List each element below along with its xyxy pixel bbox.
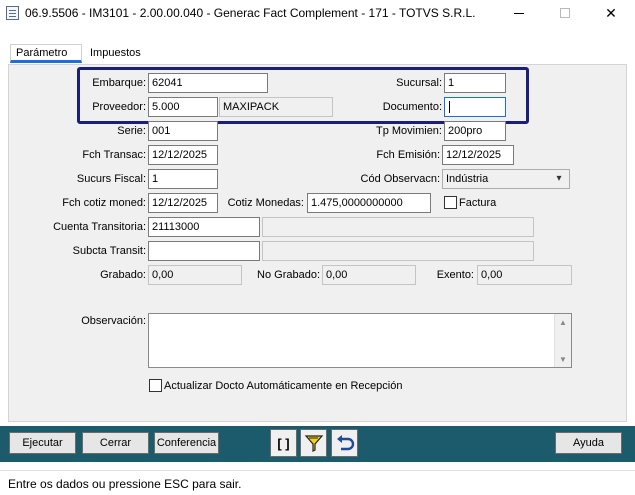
fch-emision-label: Fch Emisión:: [376, 149, 440, 161]
close-icon: ✕: [605, 4, 617, 21]
cod-observacn-select[interactable]: Indústria ▾: [442, 169, 570, 189]
actualizar-checkbox[interactable]: [149, 379, 162, 392]
close-button[interactable]: ✕: [588, 0, 634, 26]
undo-arrow-icon: [336, 435, 354, 451]
observacion-textarea[interactable]: ▲ ▼: [148, 313, 572, 368]
factura-label: Factura: [459, 197, 497, 209]
subcta-transit-desc: [262, 241, 534, 261]
fch-cotiz-moned-label: Fch cotiz moned:: [62, 197, 146, 209]
conferencia-button[interactable]: Conferencia: [154, 432, 219, 454]
grabado-label: Grabado:: [100, 269, 146, 281]
exento-field: 0,00: [477, 265, 572, 285]
proveedor-name-field: MAXIPACK: [219, 97, 333, 117]
ejecutar-button[interactable]: Ejecutar: [9, 432, 76, 454]
ayuda-button[interactable]: Ayuda: [555, 432, 622, 454]
tab-bar: Parámetro Impuestos: [8, 44, 628, 64]
exento-label: Exento:: [436, 269, 474, 281]
observacion-scrollbar[interactable]: ▲ ▼: [554, 314, 571, 367]
chevron-down-icon: ▾: [556, 173, 562, 184]
documento-label: Documento:: [382, 101, 442, 113]
fch-cotiz-moned-field[interactable]: 12/12/2025: [148, 193, 218, 213]
fch-transac-label: Fch Transac:: [82, 149, 146, 161]
cotiz-monedas-label: Cotiz Monedas:: [227, 197, 304, 209]
sucursal-field[interactable]: 1: [444, 73, 506, 93]
fch-emision-field[interactable]: 12/12/2025: [442, 145, 514, 165]
funnel-icon: [304, 435, 323, 452]
minimize-icon: [514, 12, 524, 14]
tp-movimien-label: Tp Movimien:: [375, 125, 442, 137]
status-text: Entre os dados ou pressione ESC para sai…: [8, 477, 242, 491]
actualizar-label: Actualizar Docto Automáticamente en Rece…: [164, 380, 403, 392]
text-caret: [449, 101, 450, 114]
scroll-up-icon[interactable]: ▲: [555, 315, 571, 329]
cotiz-monedas-field[interactable]: 1.475,0000000000: [307, 193, 431, 213]
brackets-button[interactable]: [ ]: [270, 429, 297, 457]
no-grabado-field: 0,00: [322, 265, 416, 285]
embarque-label: Embarque:: [92, 77, 146, 89]
subcta-transit-label: Subcta Transit:: [72, 245, 146, 257]
tab-impuestos[interactable]: Impuestos: [84, 44, 156, 63]
cerrar-button[interactable]: Cerrar: [82, 432, 149, 454]
no-grabado-label: No Grabado:: [257, 269, 320, 281]
subcta-transit-field[interactable]: [148, 241, 260, 261]
cuenta-transitoria-desc: [262, 217, 534, 237]
proveedor-label: Proveedor:: [92, 101, 146, 113]
embarque-field[interactable]: 62041: [148, 73, 268, 93]
sucursal-label: Sucursal:: [396, 77, 442, 89]
window-title: 06.9.5506 - IM3101 - 2.00.00.040 - Gener…: [25, 6, 476, 20]
minimize-button[interactable]: [496, 0, 542, 26]
scroll-down-icon[interactable]: ▼: [555, 352, 571, 366]
title-bar: 06.9.5506 - IM3101 - 2.00.00.040 - Gener…: [0, 0, 635, 26]
cod-observacn-value: Indústria: [446, 173, 489, 185]
serie-label: Serie:: [117, 125, 146, 137]
maximize-button[interactable]: [542, 0, 588, 26]
maximize-icon: [560, 8, 570, 18]
factura-checkbox[interactable]: [444, 196, 457, 209]
fch-transac-field[interactable]: 12/12/2025: [148, 145, 218, 165]
serie-field[interactable]: 001: [148, 121, 218, 141]
sucurs-fiscal-label: Sucurs Fiscal:: [76, 173, 146, 185]
status-bar: Entre os dados ou pressione ESC para sai…: [0, 470, 635, 495]
filter-button[interactable]: [300, 429, 327, 457]
sucurs-fiscal-field[interactable]: 1: [148, 169, 218, 189]
documento-field[interactable]: [444, 97, 506, 117]
cod-observacn-label: Cód Observacn:: [360, 173, 440, 185]
brackets-icon: [ ]: [277, 435, 290, 451]
app-window-icon: [6, 6, 19, 20]
grabado-field: 0,00: [148, 265, 242, 285]
tp-movimien-field[interactable]: 200pro: [444, 121, 506, 141]
undo-button[interactable]: [331, 429, 358, 457]
tab-parametro[interactable]: Parámetro: [10, 44, 82, 63]
bottom-toolbar: Ejecutar Cerrar Conferencia [ ] Ayuda: [0, 426, 635, 462]
cuenta-transitoria-field[interactable]: 21113000: [148, 217, 260, 237]
observacion-label: Observación:: [81, 315, 146, 327]
cuenta-transitoria-label: Cuenta Transitoria:: [53, 221, 146, 233]
proveedor-field[interactable]: 5.000: [148, 97, 218, 117]
